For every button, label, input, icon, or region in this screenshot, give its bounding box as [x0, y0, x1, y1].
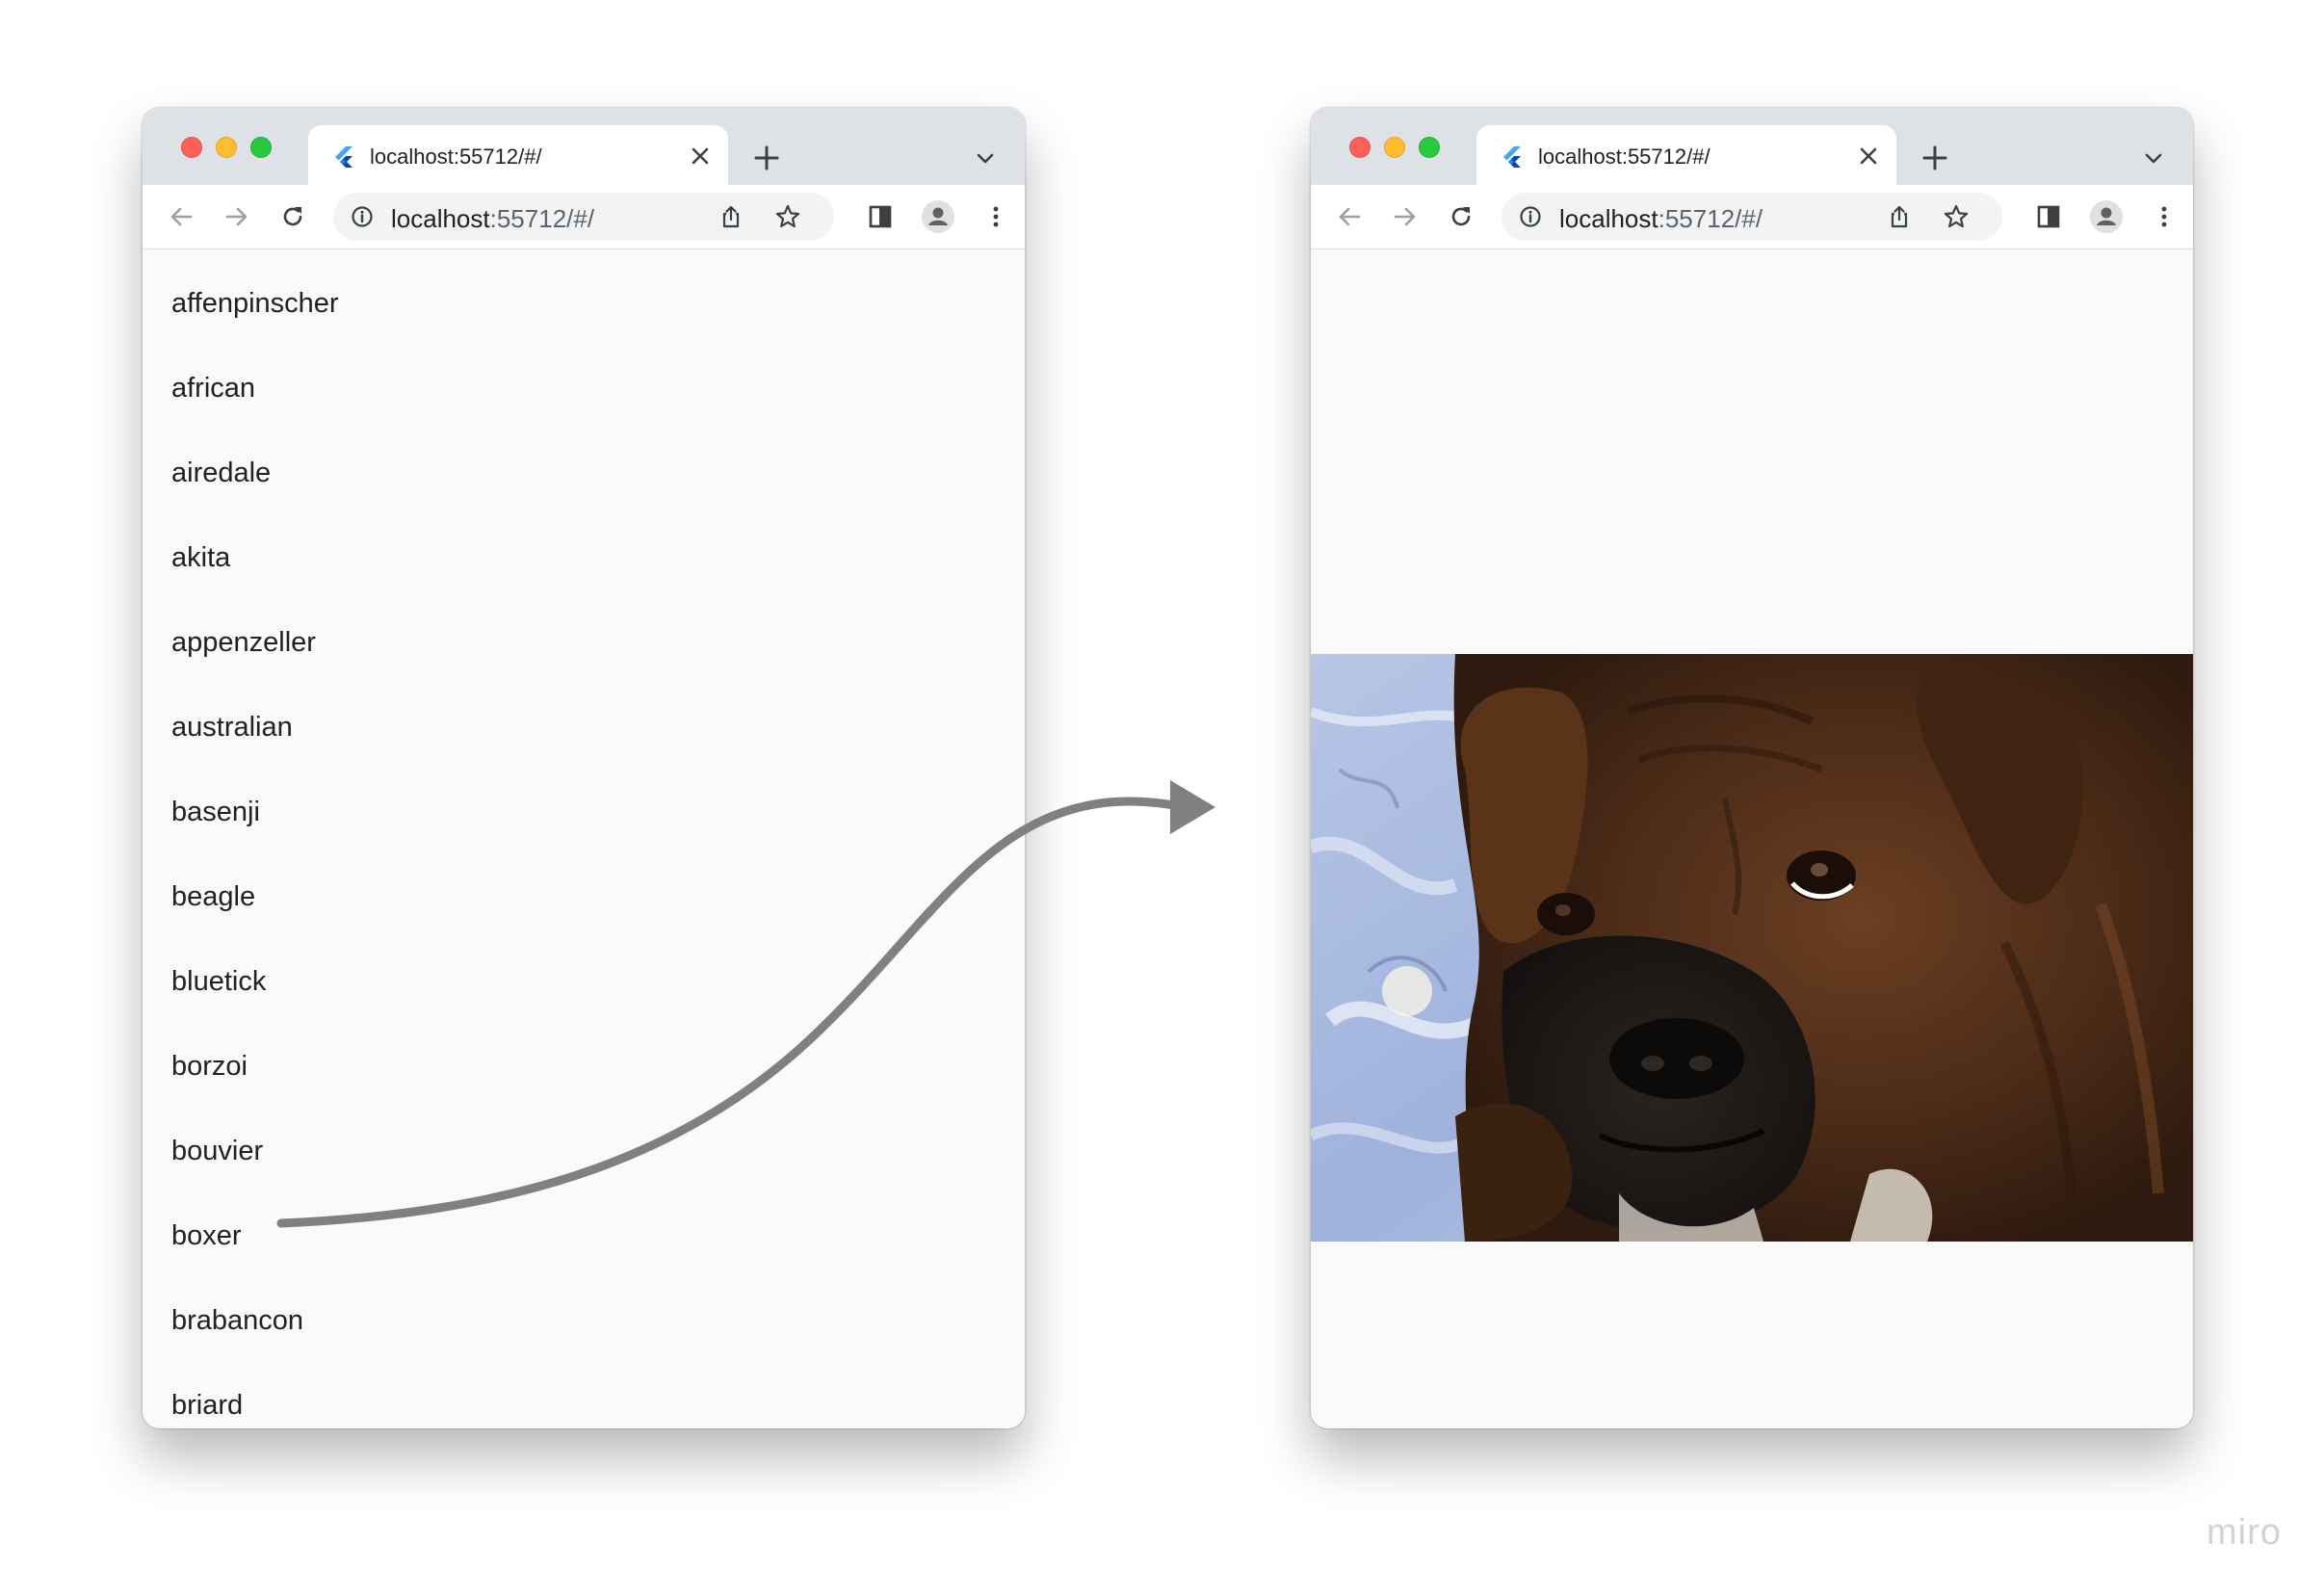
new-tab-icon[interactable] [753, 144, 780, 171]
arrow-left-icon[interactable] [168, 203, 195, 230]
chevron-down-icon[interactable] [2143, 148, 2164, 170]
profile-icon[interactable] [921, 199, 955, 234]
reload-icon[interactable] [1448, 203, 1475, 230]
minimize-window-button[interactable] [1384, 137, 1405, 158]
chevron-down-icon[interactable] [975, 148, 996, 170]
share-icon[interactable] [1887, 204, 1912, 229]
title-bar: localhost:55712/#/ [143, 108, 1025, 187]
dog-photo [1311, 654, 2193, 1242]
more-vert-icon[interactable] [982, 203, 1009, 230]
arrow-right-icon[interactable] [223, 203, 250, 230]
flutter-icon [335, 146, 353, 168]
breed-list-item[interactable]: african [171, 369, 255, 407]
url-text: localhost:55712/#/ [1559, 204, 1763, 233]
breed-list-item[interactable]: beagle [171, 877, 255, 916]
breed-list-item[interactable]: akita [171, 538, 230, 577]
browser-toolbar: localhost:55712/#/ [143, 185, 1025, 249]
browser-tab[interactable]: localhost:55712/#/ [1476, 125, 1896, 187]
info-icon[interactable] [1519, 205, 1542, 228]
miro-watermark: miro [2206, 1512, 2282, 1553]
browser-window-list: localhost:55712/#/ localhost:55712/#/ af… [143, 108, 1025, 1428]
more-vert-icon[interactable] [2151, 203, 2178, 230]
url-text: localhost:55712/#/ [391, 204, 595, 233]
address-bar[interactable]: localhost:55712/#/ [333, 193, 834, 241]
breed-list-item[interactable]: bouvier [171, 1132, 263, 1170]
close-window-button[interactable] [1349, 137, 1371, 158]
tab-title: localhost:55712/#/ [1538, 144, 1710, 169]
breed-list-item[interactable]: airedale [171, 454, 271, 492]
arrow-left-icon[interactable] [1336, 203, 1363, 230]
side-panel-icon[interactable] [2035, 203, 2062, 230]
breed-list-item-selected[interactable]: boxer [171, 1217, 242, 1255]
share-icon[interactable] [718, 204, 744, 229]
title-bar: localhost:55712/#/ [1311, 108, 2193, 187]
info-icon[interactable] [351, 205, 374, 228]
arrow-right-icon[interactable] [1392, 203, 1419, 230]
minimize-window-button[interactable] [216, 137, 237, 158]
breed-list-item[interactable]: briard [171, 1386, 243, 1425]
browser-tab[interactable]: localhost:55712/#/ [308, 125, 728, 187]
browser-toolbar: localhost:55712/#/ [1311, 185, 2193, 249]
close-icon[interactable] [1858, 145, 1879, 167]
new-tab-icon[interactable] [1921, 144, 1948, 171]
breed-list-item[interactable]: borzoi [171, 1047, 248, 1086]
maximize-window-button[interactable] [250, 137, 272, 158]
page-content: affenpinscher african airedale akita app… [143, 249, 1025, 1428]
maximize-window-button[interactable] [1419, 137, 1440, 158]
breed-list-item[interactable]: bluetick [171, 962, 266, 1001]
breed-list-item[interactable]: australian [171, 708, 293, 746]
page-content [1311, 249, 2193, 1428]
star-icon[interactable] [1943, 203, 1970, 230]
flutter-icon [1503, 146, 1521, 168]
breed-list-item[interactable]: brabancon [171, 1301, 303, 1340]
reload-icon[interactable] [279, 203, 306, 230]
close-window-button[interactable] [181, 137, 202, 158]
breed-list-item[interactable]: affenpinscher [171, 284, 339, 323]
tab-title: localhost:55712/#/ [370, 144, 542, 169]
arrowhead-icon [1170, 780, 1215, 834]
side-panel-icon[interactable] [867, 203, 894, 230]
close-icon[interactable] [690, 145, 711, 167]
browser-window-detail: localhost:55712/#/ localhost:55712/#/ [1311, 108, 2193, 1428]
breed-list-item[interactable]: appenzeller [171, 623, 316, 662]
breed-list-item[interactable]: basenji [171, 793, 260, 831]
address-bar[interactable]: localhost:55712/#/ [1501, 193, 2002, 241]
profile-icon[interactable] [2089, 199, 2124, 234]
star-icon[interactable] [774, 203, 801, 230]
